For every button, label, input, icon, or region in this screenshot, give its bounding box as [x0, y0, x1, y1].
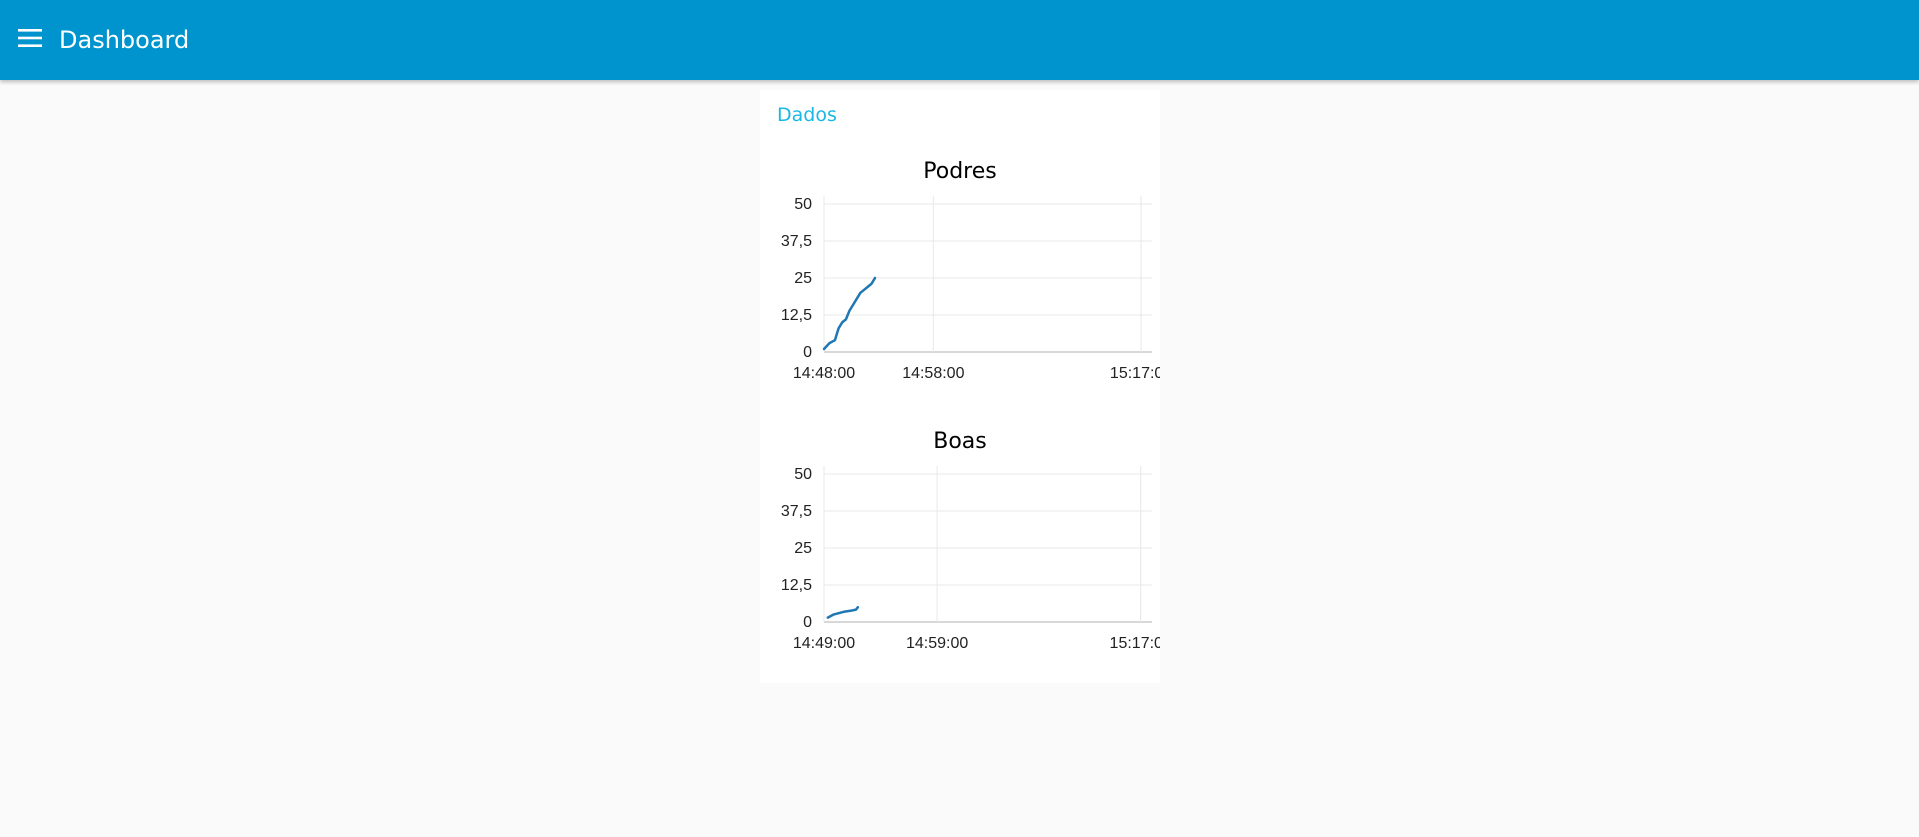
- menu-icon: [18, 29, 42, 47]
- y-tick-label: 50: [794, 196, 812, 213]
- series-line: [822, 276, 877, 351]
- dashboard-group-card: Dados Podres 50 37,5 25 12,5 0 14:48:00 14:58:0…: [760, 90, 1160, 683]
- x-tick-label: 14:48:00: [793, 365, 855, 382]
- series-line: [826, 605, 860, 619]
- chart-boas: Boas 50 37,5 25 12,5 0 14:49:00 14:59:00 15:17:0…: [781, 429, 1160, 652]
- y-tick-label: 0: [803, 614, 812, 631]
- y-tick-label: 37,5: [781, 503, 812, 520]
- y-tick-label: 12,5: [781, 577, 812, 594]
- chart-podres: Podres 50 37,5 25 12,5 0 14:48:00 14:58:00 15:17…: [781, 159, 1160, 382]
- top-toolbar: Dashboard: [0, 0, 1919, 80]
- y-tick-label: 25: [794, 270, 812, 287]
- y-tick-label: 0: [803, 344, 812, 361]
- y-tick-label: 37,5: [781, 233, 812, 250]
- x-tick-label: 15:17:00: [1110, 365, 1160, 382]
- y-tick-label: 25: [794, 540, 812, 557]
- y-tick-label: 50: [794, 466, 812, 483]
- x-tick-label: 14:49:00: [793, 635, 855, 652]
- menu-button[interactable]: [18, 28, 50, 56]
- x-tick-label: 14:59:00: [906, 635, 968, 652]
- chart-title: Boas: [933, 429, 987, 454]
- page-title: Dashboard: [59, 26, 190, 54]
- x-tick-label: 15:17:00: [1110, 635, 1160, 652]
- x-tick-label: 14:58:00: [902, 365, 964, 382]
- chart-title: Podres: [923, 159, 996, 184]
- group-title: Dados: [777, 104, 837, 126]
- y-tick-label: 12,5: [781, 307, 812, 324]
